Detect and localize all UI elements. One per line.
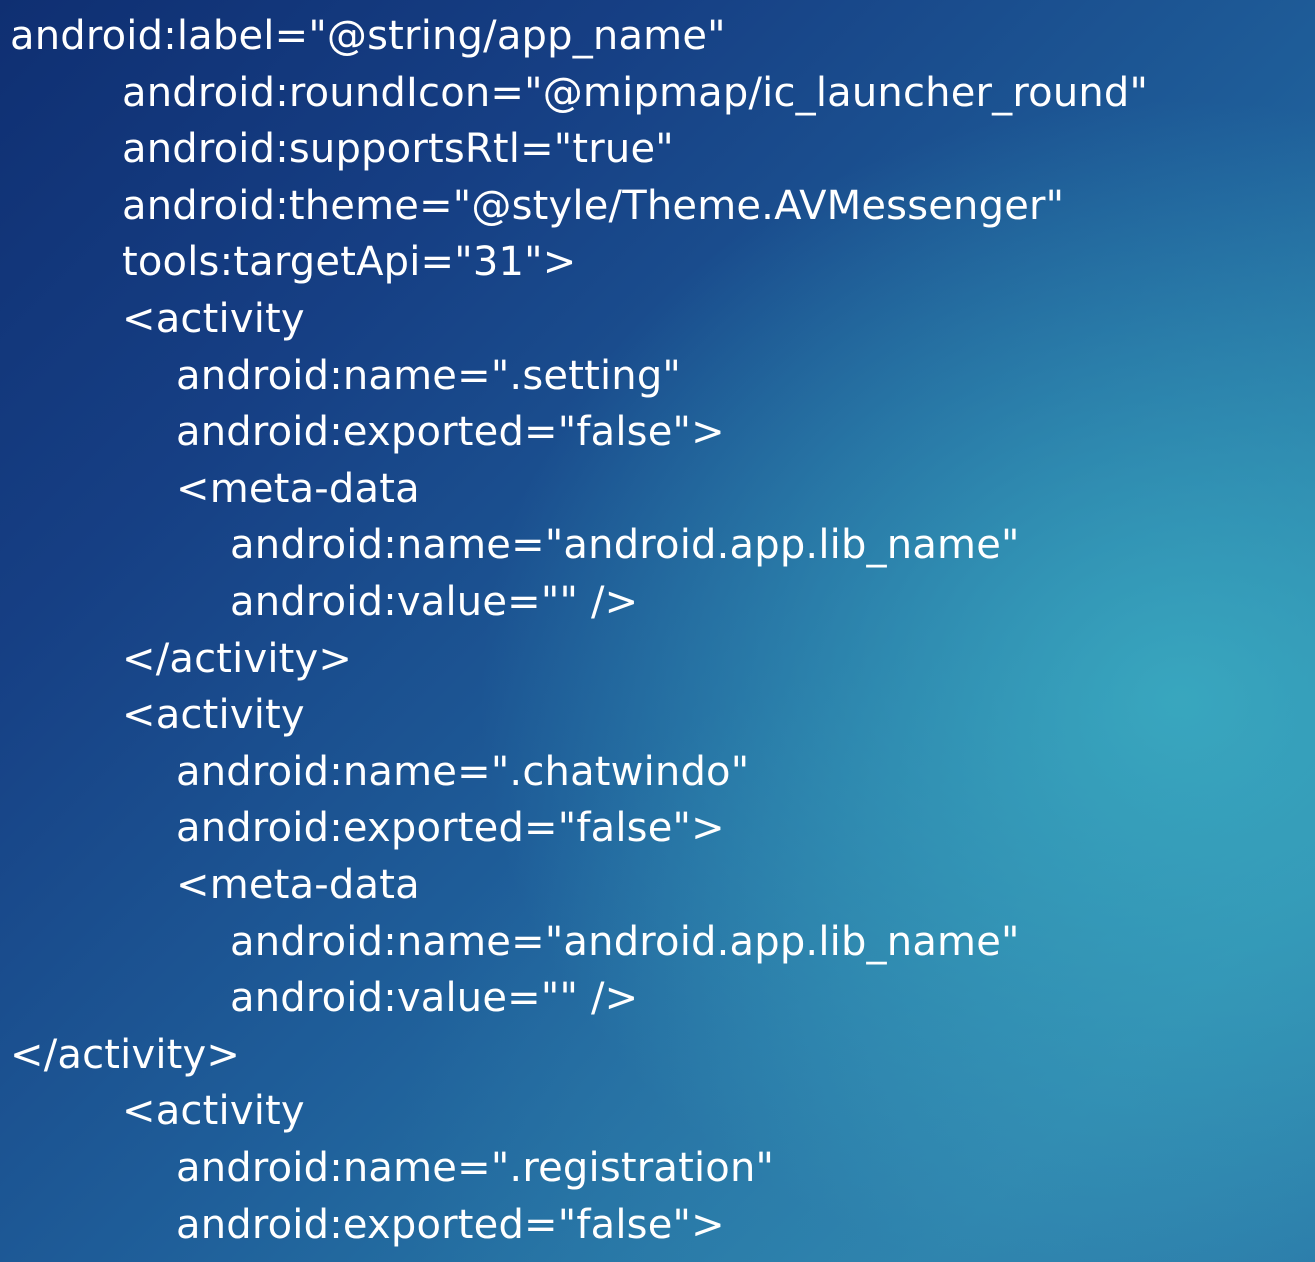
code-line: <activity xyxy=(122,1088,305,1135)
code-line: android:theme="@style/Theme.AVMessenger" xyxy=(122,182,1065,229)
code-line: </activity> xyxy=(122,635,353,682)
code-line: android:name="android.app.lib_name" xyxy=(230,918,1020,965)
code-block: android:label="@string/app_name" android… xyxy=(0,0,1315,1262)
code-line: android:roundIcon="@mipmap/ic_launcher_r… xyxy=(122,69,1149,116)
code-line: android:exported="false"> xyxy=(176,805,725,852)
code-line: android:name=".registration" xyxy=(176,1145,775,1191)
code-line: android:name=".setting" xyxy=(176,352,682,399)
code-line: tools:targetApi="31"> xyxy=(122,239,577,286)
code-line: android:label="@string/app_name" xyxy=(10,13,726,59)
code-line: <activity xyxy=(122,692,305,739)
code-line: android:name="android.app.lib_name" xyxy=(230,522,1020,569)
code-line: <meta-data xyxy=(176,465,420,512)
code-line: android:exported="false"> xyxy=(176,1201,725,1248)
code-line: android:name=".chatwindo" xyxy=(176,748,750,795)
code-line: </activity> xyxy=(10,1031,241,1078)
code-line: android:value="" /> xyxy=(230,579,639,625)
code-line: <meta-data xyxy=(176,862,420,908)
code-line: android:supportsRtl="true" xyxy=(122,126,674,173)
code-line: <activity xyxy=(122,296,305,342)
code-line: android:value="" /> xyxy=(230,975,639,1022)
code-line: android:exported="false"> xyxy=(176,409,725,456)
